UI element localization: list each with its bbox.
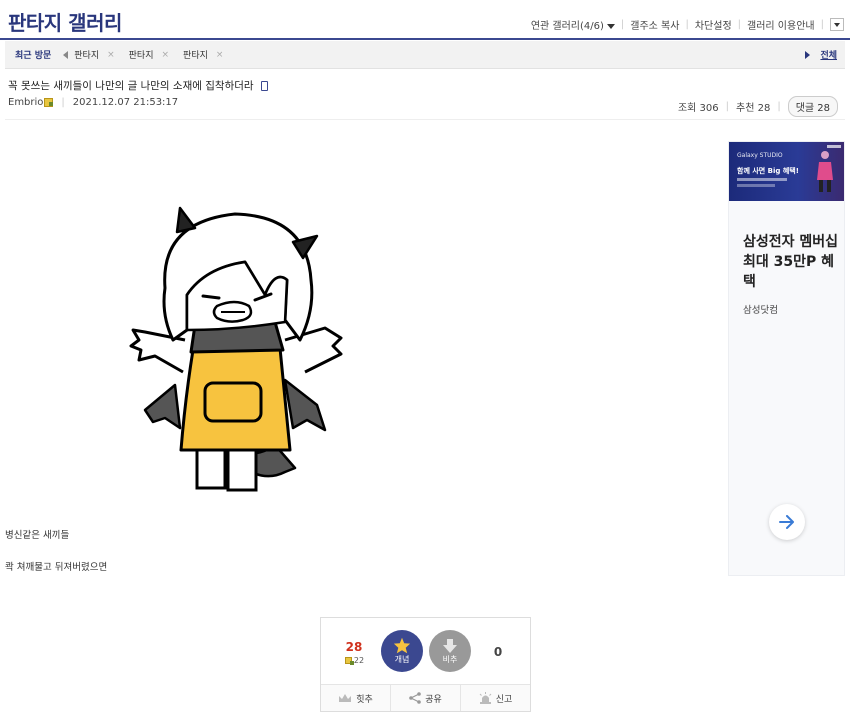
- divider: [5, 119, 845, 120]
- post-meta: Embrio | 2021.12.07 21:53:17: [8, 97, 178, 108]
- recommend-actions: 힛추 공유 신고: [321, 684, 530, 711]
- mobile-icon: [260, 80, 268, 91]
- share-button[interactable]: 공유: [391, 685, 461, 711]
- divider: |: [61, 97, 65, 108]
- recent-visits-title: 최근 방문: [15, 51, 52, 61]
- recent-visit-label[interactable]: 판타지: [129, 48, 154, 61]
- post-image: [129, 206, 343, 492]
- ad-banner-headline: 함께 사면 Big 혜택!: [737, 167, 799, 175]
- sidebar-ad[interactable]: Galaxy STUDIO 함께 사면 Big 혜택! 삼성전자 멤버십 최대 …: [728, 141, 845, 576]
- more-menu-button[interactable]: [830, 18, 844, 31]
- gonick-icon: [44, 98, 54, 107]
- recent-visit-item[interactable]: 판타지 ×: [129, 48, 170, 62]
- ad-banner[interactable]: Galaxy STUDIO 함께 사면 Big 혜택!: [729, 142, 844, 201]
- post-title: 꼭 못쓰는 새끼들이 나만의 글 나만의 소재에 집착하더라: [8, 78, 268, 93]
- recent-visit-item[interactable]: 판타지 ×: [183, 48, 224, 62]
- gonick-icon: [344, 657, 354, 665]
- divider: |: [737, 19, 742, 30]
- ad-banner-brand: Galaxy STUDIO: [737, 152, 783, 159]
- post-body-line: 병신같은 새끼들: [5, 530, 70, 541]
- arrow-right-icon: [779, 515, 794, 529]
- divider: |: [620, 19, 625, 30]
- report-button[interactable]: 신고: [461, 685, 530, 711]
- recommend-count: 추천 28: [736, 103, 771, 114]
- recent-visits-right: 전체: [805, 48, 837, 61]
- related-gallery-label: 연관 갤러리(4/6): [530, 21, 604, 32]
- view-count: 조회 306: [677, 103, 719, 114]
- copy-address-link[interactable]: 갤주소 복사: [630, 17, 679, 32]
- related-gallery-link[interactable]: 연관 갤러리(4/6): [531, 17, 615, 32]
- ad-banner-line: [737, 184, 775, 187]
- divider: |: [685, 19, 689, 30]
- divider: |: [725, 101, 729, 112]
- recommend-top: 28 22 개념 비추 0: [321, 618, 530, 684]
- post-author[interactable]: Embrio: [8, 97, 43, 108]
- prev-arrow-icon[interactable]: [63, 50, 69, 59]
- recent-visit-label[interactable]: 판타지: [183, 48, 208, 61]
- star-icon: [393, 637, 411, 654]
- close-icon[interactable]: ×: [107, 50, 115, 60]
- divider: |: [820, 19, 824, 30]
- close-icon[interactable]: ×: [162, 50, 170, 60]
- upvote-label: 개념: [394, 655, 410, 664]
- post-stats: 조회 306 | 추천 28 | 댓글 28: [678, 96, 838, 117]
- down-arrow-icon: [443, 638, 457, 653]
- divider: |: [777, 101, 781, 112]
- gallery-guide-link[interactable]: 갤러리 이용안내: [747, 17, 815, 32]
- block-settings-link[interactable]: 차단설정: [695, 17, 732, 32]
- ad-advertiser[interactable]: 삼성닷컴: [743, 302, 778, 316]
- downvote-label: 비추: [442, 654, 458, 664]
- downvote-button[interactable]: 비추: [429, 630, 471, 672]
- upvote-count: 28: [345, 640, 363, 654]
- fixed-upvote-count: 22: [353, 656, 365, 665]
- recent-visit-item[interactable]: 판타지 ×: [74, 48, 115, 62]
- recommend-box: 28 22 개념 비추 0 힛추 공유 신고: [320, 617, 531, 712]
- ad-headline[interactable]: 삼성전자 멤버십 최대 35만P 혜택: [743, 232, 839, 292]
- ad-go-button[interactable]: [769, 504, 805, 540]
- comment-count-button[interactable]: 댓글 28: [787, 96, 838, 117]
- report-label: 신고: [495, 694, 513, 705]
- chevron-down-icon: [606, 23, 615, 29]
- hit-recommend-button[interactable]: 힛추: [321, 685, 391, 711]
- share-icon: [409, 692, 422, 704]
- gallery-utility-bar: 연관 갤러리(4/6) | 갤주소 복사 | 차단설정 | 갤러리 이용안내 |: [531, 17, 844, 32]
- hit-recommend-label: 힛추: [356, 694, 373, 705]
- upvote-button[interactable]: 개념: [381, 630, 423, 672]
- downvote-count: 0: [493, 645, 503, 659]
- recent-visit-label[interactable]: 판타지: [74, 48, 99, 61]
- next-arrow-icon[interactable]: [805, 50, 811, 59]
- siren-icon: [479, 692, 492, 704]
- recent-visits-all-link[interactable]: 전체: [820, 48, 837, 61]
- crown-icon: [339, 694, 352, 702]
- share-label: 공유: [425, 694, 442, 705]
- fixed-upvote: 22: [339, 656, 369, 665]
- chevron-down-icon: [834, 22, 840, 27]
- ad-banner-line: [737, 178, 787, 181]
- post-title-text: 꼭 못쓰는 새끼들이 나만의 글 나만의 소재에 집착하더라: [8, 80, 254, 92]
- gallery-title[interactable]: 판타지 갤러리: [8, 7, 122, 36]
- post-date: 2021.12.07 21:53:17: [72, 97, 179, 108]
- gallery-header: 판타지 갤러리 연관 갤러리(4/6) | 갤주소 복사 | 차단설정 | 갤러…: [0, 0, 850, 40]
- ad-figure-icon: [817, 151, 833, 192]
- recent-visits-bar: 최근 방문 판타지 × 판타지 × 판타지 × 전체: [5, 41, 845, 69]
- close-icon[interactable]: ×: [216, 50, 224, 60]
- post-body-line: 콱 쳐깨물고 뒤져버렸으면: [5, 562, 108, 573]
